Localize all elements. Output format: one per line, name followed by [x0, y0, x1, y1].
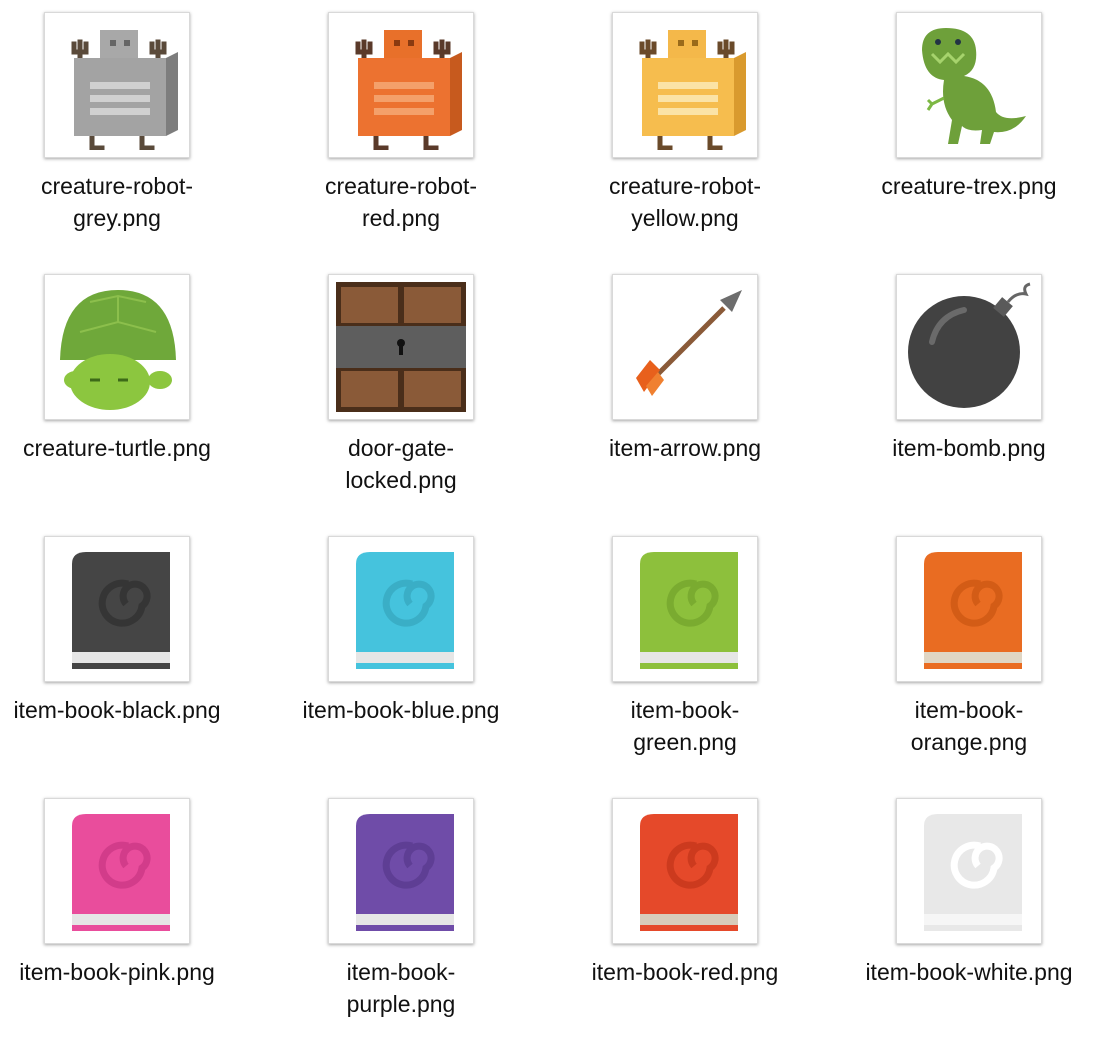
file-name[interactable]: door-gate- locked.png: [244, 432, 558, 496]
book-purple-icon: [356, 814, 454, 931]
file-item[interactable]: creature-trex.png: [852, 0, 1096, 262]
file-name[interactable]: item-book- purple.png: [244, 956, 558, 1020]
thumbnail[interactable]: [328, 798, 474, 944]
thumbnail[interactable]: [328, 536, 474, 682]
file-name[interactable]: creature-robot- grey.png: [0, 170, 274, 234]
file-item[interactable]: item-book-pink.png: [0, 786, 284, 1048]
robot-yellow-icon: [639, 30, 746, 150]
bomb-icon: [908, 282, 1031, 408]
file-name[interactable]: item-book-black.png: [0, 694, 274, 726]
thumbnail[interactable]: [612, 798, 758, 944]
turtle-icon: [60, 290, 176, 410]
thumbnail[interactable]: [44, 274, 190, 420]
book-blue-icon: [356, 552, 454, 669]
file-item[interactable]: item-arrow.png: [568, 262, 852, 524]
file-item[interactable]: item-book- orange.png: [852, 524, 1096, 786]
thumbnail[interactable]: [612, 536, 758, 682]
file-item[interactable]: door-gate- locked.png: [284, 262, 568, 524]
file-icon-grid: creature-robot- grey.png creature-robot-…: [0, 0, 1096, 1046]
book-pink-icon: [72, 814, 170, 931]
file-name[interactable]: item-book- green.png: [528, 694, 842, 758]
file-item[interactable]: item-book-red.png: [568, 786, 852, 1048]
robot-grey-icon: [71, 30, 178, 150]
file-item[interactable]: item-book-black.png: [0, 524, 284, 786]
file-name[interactable]: item-book-pink.png: [0, 956, 274, 988]
thumbnail[interactable]: [896, 12, 1042, 158]
thumbnail[interactable]: [896, 274, 1042, 420]
file-item[interactable]: item-book-blue.png: [284, 524, 568, 786]
book-green-icon: [640, 552, 738, 669]
thumbnail[interactable]: [896, 536, 1042, 682]
book-white-icon: [924, 814, 1022, 931]
thumbnail[interactable]: [328, 12, 474, 158]
file-item[interactable]: creature-robot- grey.png: [0, 0, 284, 262]
locked-door-icon: [336, 282, 466, 412]
file-item[interactable]: creature-robot- yellow.png: [568, 0, 852, 262]
file-item[interactable]: item-book-white.png: [852, 786, 1096, 1048]
book-black-icon: [72, 552, 170, 669]
file-name[interactable]: item-book-blue.png: [244, 694, 558, 726]
file-item[interactable]: creature-turtle.png: [0, 262, 284, 524]
file-item[interactable]: item-book- green.png: [568, 524, 852, 786]
file-name[interactable]: item-book-red.png: [528, 956, 842, 988]
file-name[interactable]: creature-turtle.png: [0, 432, 274, 464]
thumbnail[interactable]: [612, 274, 758, 420]
thumbnail[interactable]: [896, 798, 1042, 944]
robot-red-icon: [355, 30, 462, 150]
book-red-icon: [640, 814, 738, 931]
file-item[interactable]: item-bomb.png: [852, 262, 1096, 524]
thumbnail[interactable]: [44, 798, 190, 944]
thumbnail[interactable]: [44, 12, 190, 158]
file-name[interactable]: item-arrow.png: [528, 432, 842, 464]
thumbnail[interactable]: [44, 536, 190, 682]
file-name[interactable]: item-book- orange.png: [812, 694, 1096, 758]
book-orange-icon: [924, 552, 1022, 669]
file-item[interactable]: creature-robot- red.png: [284, 0, 568, 262]
file-name[interactable]: creature-robot- yellow.png: [528, 170, 842, 234]
trex-icon: [922, 28, 1026, 144]
file-item[interactable]: item-book- purple.png: [284, 786, 568, 1048]
thumbnail[interactable]: [328, 274, 474, 420]
thumbnail[interactable]: [612, 12, 758, 158]
file-name[interactable]: creature-robot- red.png: [244, 170, 558, 234]
file-name[interactable]: item-book-white.png: [812, 956, 1096, 988]
file-name[interactable]: creature-trex.png: [812, 170, 1096, 202]
file-name[interactable]: item-bomb.png: [812, 432, 1096, 464]
arrow-icon: [636, 290, 742, 396]
